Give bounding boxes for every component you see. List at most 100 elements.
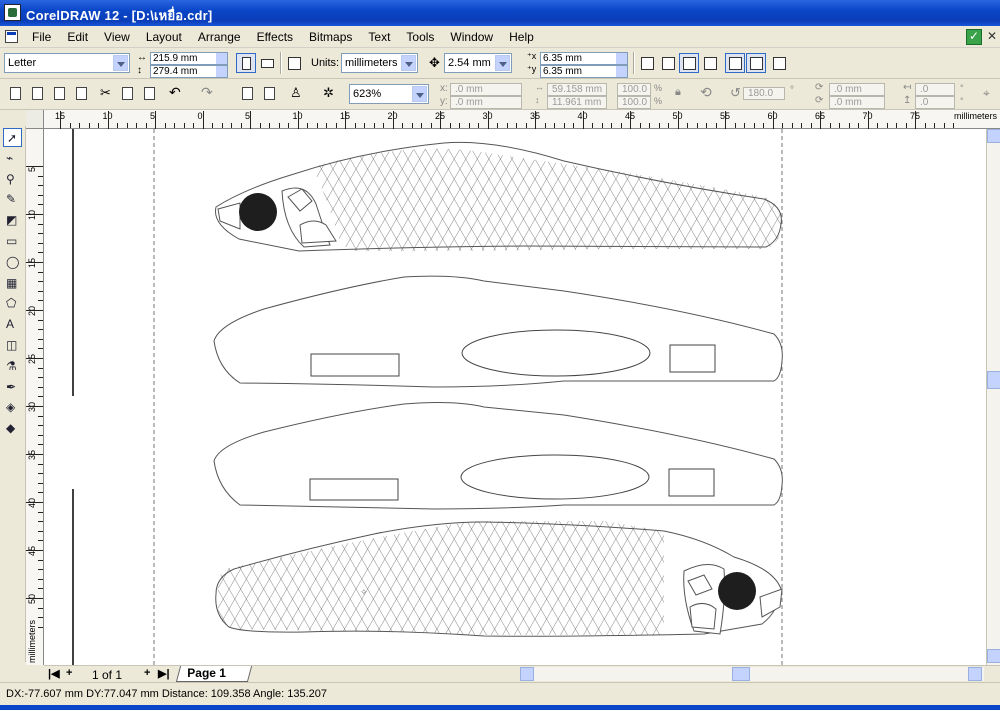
spin-arrows-icon[interactable] (216, 66, 227, 77)
corel-online-button[interactable]: ✲ (322, 85, 338, 102)
close-document-icon[interactable]: ✕ (987, 29, 1000, 45)
core-oval-cutout[interactable] (461, 329, 651, 377)
dynamic-guides-button[interactable] (700, 53, 720, 73)
position-y-field[interactable]: .0 mm (450, 96, 522, 109)
undo-button[interactable]: ↶ (168, 84, 184, 102)
treat-as-filled-button[interactable] (725, 53, 745, 73)
spin-arrows-icon[interactable] (216, 53, 227, 64)
lure-side-right[interactable]: ✧ (204, 509, 783, 649)
coreldraw-app-icon[interactable] (4, 4, 21, 21)
menu-view[interactable]: View (96, 30, 138, 44)
add-page-before-button[interactable]: + (66, 667, 72, 679)
last-page-button[interactable]: ▶| (158, 667, 170, 680)
new-button[interactable] (8, 86, 24, 102)
menu-help[interactable]: Help (501, 30, 542, 44)
mirror-h-icon[interactable]: ↤ (903, 82, 911, 93)
add-page-after-button[interactable]: + (144, 667, 150, 679)
fill-tool-button[interactable]: ◈ (3, 398, 22, 417)
menu-layout[interactable]: Layout (138, 30, 190, 44)
paper-size-select[interactable]: Letter (4, 53, 130, 73)
paste-button[interactable] (142, 86, 158, 102)
chevron-down-icon[interactable] (113, 55, 128, 71)
interactive-blend-tool-button[interactable]: ◫ (3, 336, 22, 355)
menu-effects[interactable]: Effects (249, 30, 301, 44)
core-slot[interactable] (309, 478, 399, 501)
mirror-v-icon[interactable]: ↥ (903, 95, 911, 106)
snap-objects-button[interactable] (679, 53, 699, 73)
position-x-field[interactable]: .0 mm (450, 83, 522, 96)
corel-online-icon[interactable] (966, 29, 982, 45)
core-slot[interactable] (310, 353, 400, 377)
scroll-left-button[interactable] (520, 667, 534, 681)
interactive-fill-tool-button[interactable]: ◆ (3, 419, 22, 438)
duplicate-y-field[interactable]: 6.35 mm (540, 65, 628, 78)
zoom-select[interactable]: 623% (349, 84, 429, 104)
menu-text[interactable]: Text (360, 30, 398, 44)
size-width-field[interactable]: 59.158 mm (547, 83, 607, 96)
spin-arrows-icon[interactable] (616, 66, 627, 77)
import-button[interactable] (240, 86, 256, 102)
menu-file[interactable]: File (24, 30, 59, 44)
options-button[interactable] (769, 53, 789, 73)
lure-side-left[interactable] (214, 129, 804, 269)
application-launcher-button[interactable]: ♙ (288, 85, 304, 102)
spin-arrows-icon[interactable] (495, 55, 510, 71)
open-button[interactable] (52, 86, 68, 102)
horizontal-scrollbar[interactable] (520, 667, 984, 681)
menu-tools[interactable]: Tools (398, 30, 442, 44)
chevron-down-icon[interactable] (412, 86, 427, 102)
lure-core-top[interactable] (213, 275, 783, 388)
page-width-field[interactable]: 215.9 mm (150, 52, 228, 65)
scroll-right-button[interactable] (968, 667, 982, 681)
landscape-button[interactable] (257, 53, 277, 73)
horizontal-ruler[interactable]: 15105051015202530354045505560657075milli… (26, 110, 1000, 129)
nudge-distance-field[interactable]: 2.54 mm (444, 53, 512, 73)
eyedropper-tool-button[interactable]: ⚗ (3, 357, 22, 376)
page-tab[interactable]: Page 1 (175, 666, 253, 682)
vertical-scrollbar[interactable] (986, 129, 1000, 665)
scale-y-field[interactable]: 100.0 (617, 96, 651, 109)
copy-button[interactable] (120, 86, 136, 102)
snap-guidelines-button[interactable] (658, 53, 678, 73)
scroll-down-button[interactable] (987, 649, 1000, 663)
menu-arrange[interactable]: Arrange (190, 30, 249, 44)
all-pages-button[interactable] (284, 53, 304, 73)
smart-fill-tool-button[interactable]: ◩ (3, 211, 22, 230)
outline-tool-button[interactable]: ✒ (3, 378, 22, 397)
basic-shapes-tool-button[interactable]: ⬠ (3, 294, 22, 313)
core-slot[interactable] (668, 468, 715, 497)
text-tool-button[interactable]: A (3, 315, 22, 334)
portrait-button[interactable] (236, 53, 256, 73)
core-oval-cutout[interactable] (460, 454, 650, 500)
ellipse-tool-button[interactable]: ◯ (3, 253, 22, 272)
redo-button[interactable]: ↷ (200, 84, 216, 102)
vertical-ruler[interactable]: 5101520253035404550millimeters (26, 129, 44, 665)
first-page-button[interactable]: |◀ (48, 667, 60, 680)
scale-x-field[interactable]: 100.0 (617, 83, 651, 96)
menu-bitmaps[interactable]: Bitmaps (301, 30, 360, 44)
ruler-origin-corner[interactable] (26, 110, 44, 129)
graph-paper-tool-button[interactable]: ▦ (3, 274, 22, 293)
zoom-tool-button[interactable]: ⚲ (3, 170, 22, 189)
horizontal-scroll-thumb[interactable] (732, 667, 750, 681)
draw-bounding-button[interactable] (746, 53, 766, 73)
vertical-scroll-thumb[interactable] (987, 371, 1000, 389)
menu-edit[interactable]: Edit (59, 30, 96, 44)
snap-grid-button[interactable] (637, 53, 657, 73)
mirror-h-field[interactable]: .0 (915, 83, 955, 96)
rectangle-tool-button[interactable]: ▭ (3, 232, 22, 251)
core-slot[interactable] (669, 344, 716, 373)
drawing-canvas[interactable]: ✧ (44, 129, 986, 665)
print-button[interactable] (74, 86, 90, 102)
menu-window[interactable]: Window (442, 30, 501, 44)
new-from-template-button[interactable] (30, 86, 46, 102)
duplicate-x-field[interactable]: 6.35 mm (540, 52, 628, 65)
shape-tool-button[interactable]: ⌁ (3, 149, 22, 168)
convert-to-curves-icon[interactable]: ⌖ (983, 86, 990, 101)
cut-button[interactable]: ✂ (98, 85, 114, 102)
units-select[interactable]: millimeters (341, 53, 418, 73)
size-height-field[interactable]: 11.961 mm (547, 96, 607, 109)
spin-arrows-icon[interactable] (616, 53, 627, 64)
rotation-angle-field[interactable]: 180.0 (743, 87, 785, 100)
page-height-field[interactable]: 279.4 mm (150, 65, 228, 78)
